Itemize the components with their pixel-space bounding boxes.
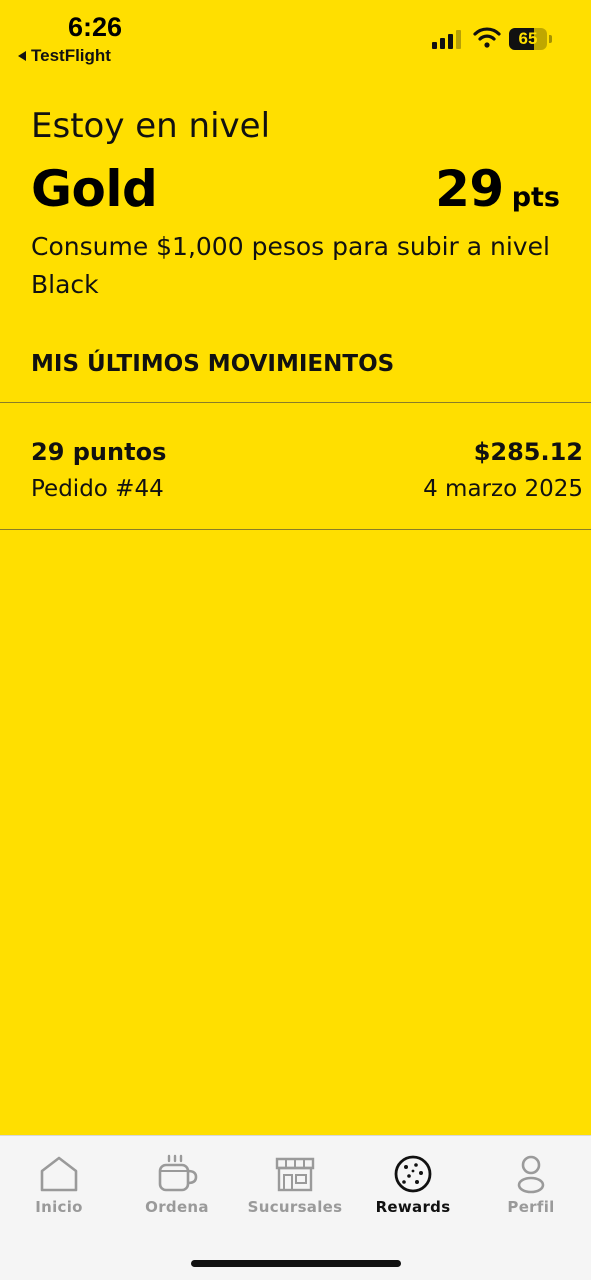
battery-cap	[549, 35, 552, 43]
tab-perfil[interactable]: Perfil	[472, 1154, 590, 1234]
wifi-icon	[473, 27, 501, 48]
bottom-tab-bar: Inicio Ordena Sucursales Rewards Perfil	[0, 1135, 591, 1280]
coffee-cup-icon	[158, 1154, 198, 1192]
tab-ordena[interactable]: Ordena	[118, 1154, 236, 1234]
home-indicator[interactable]	[191, 1260, 401, 1267]
movement-amount: $285.12	[473, 438, 583, 466]
divider	[0, 529, 591, 530]
level-prefix-text: Estoy en nivel	[31, 106, 271, 146]
home-icon	[40, 1156, 78, 1192]
tab-label: Inicio	[35, 1198, 83, 1216]
cookie-icon	[394, 1155, 432, 1193]
upgrade-message: Consume $1,000 pesos para subir a nivel …	[31, 232, 550, 299]
tab-label: Rewards	[375, 1198, 451, 1216]
back-to-testflight-link[interactable]: TestFlight	[18, 46, 111, 66]
person-icon	[517, 1155, 545, 1194]
points-unit: pts	[511, 182, 560, 213]
status-time: 6:26	[68, 12, 123, 42]
status-bar: 6:26 TestFlight 65	[0, 0, 591, 72]
movement-list-item[interactable]: 29 puntos $285.12 Pedido #44 4 marzo 202…	[0, 403, 591, 529]
store-icon	[275, 1157, 315, 1192]
movement-order: Pedido #44	[31, 476, 164, 502]
level-name: Gold	[31, 160, 158, 218]
movement-points: 29 puntos	[31, 438, 167, 466]
section-title-movements: MIS ÚLTIMOS MOVIMIENTOS	[31, 351, 395, 377]
points-balance: 29 pts	[435, 160, 560, 218]
tab-rewards[interactable]: Rewards	[354, 1154, 472, 1234]
tab-sucursales[interactable]: Sucursales	[236, 1154, 354, 1234]
battery-percent-label: 65	[518, 29, 538, 48]
back-arrow-icon	[18, 51, 26, 61]
tab-label: Sucursales	[247, 1198, 343, 1216]
movement-date: 4 marzo 2025	[423, 476, 583, 502]
tab-label: Perfil	[507, 1198, 555, 1216]
back-app-label: TestFlight	[31, 46, 111, 65]
points-value: 29	[435, 160, 504, 218]
cellular-signal-icon	[432, 30, 461, 49]
battery-body: 65	[509, 28, 547, 50]
tab-label: Ordena	[145, 1198, 209, 1216]
battery-indicator: 65	[509, 28, 553, 50]
tab-inicio[interactable]: Inicio	[0, 1154, 118, 1234]
